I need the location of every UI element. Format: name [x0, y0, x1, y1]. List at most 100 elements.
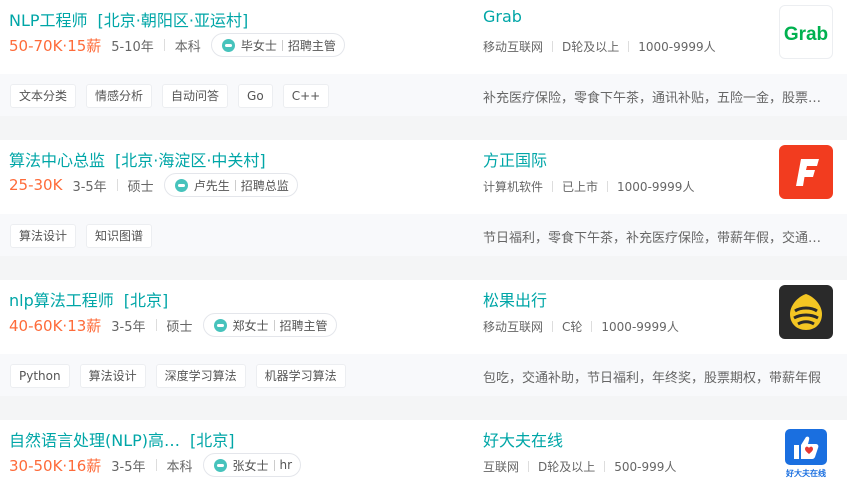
job-card[interactable]: 算法中心总监 [北京·海淀区·中关村] 25-30K 3-5年 硕士 卢先生 招聘…: [0, 140, 847, 256]
company-logo[interactable]: [779, 285, 833, 339]
welfare-text: 包吃，交通补助，节日福利，年终奖，股票期权，带薪年假: [483, 371, 822, 386]
company-name[interactable]: 松果出行: [483, 287, 547, 311]
company-size: 1000-9999人: [638, 40, 716, 54]
job-degree: 本科: [174, 39, 201, 55]
logo-text: 好大夫在线: [785, 468, 826, 478]
company-size: 1000-9999人: [617, 180, 695, 194]
job-title-link[interactable]: nlp算法工程师 [北京]: [9, 287, 168, 311]
job-card[interactable]: nlp算法工程师 [北京] 40-60K·13薪 3-5年 硕士 郑女士 招聘主管…: [0, 280, 847, 396]
job-title[interactable]: nlp算法工程师: [9, 291, 114, 310]
company-industry: 移动互联网: [483, 320, 544, 334]
job-info: 50-70K·15薪 5-10年 本科 毕女士 招聘主管: [9, 33, 345, 57]
job-salary: 25-30K: [9, 176, 63, 194]
grab-logo-icon: Grab: [784, 24, 828, 45]
recruiter-title: 招聘总监: [240, 178, 289, 193]
divider: [155, 459, 157, 471]
recruiter-title: 招聘主管: [279, 318, 328, 333]
skill-tag: Go: [238, 84, 273, 108]
divider: [273, 319, 275, 331]
job-info: 25-30K 3-5年 硕士 卢先生 招聘总监: [9, 173, 298, 197]
skill-tag: 算法设计: [79, 364, 146, 388]
job-card[interactable]: 自然语言处理(NLP)高… [北京] 30-50K·16薪 3-5年 本科 张女士…: [0, 420, 847, 494]
company-info: 移动互联网 C轮 1000-9999人: [483, 318, 679, 335]
divider: [273, 459, 275, 471]
company-size: 1000-9999人: [601, 320, 679, 334]
job-area: [北京]: [123, 291, 169, 310]
skill-tags: 算法设计 知识图谱: [10, 224, 162, 248]
company-stage: D轮及以上: [562, 40, 620, 54]
skill-tag: Python: [10, 364, 70, 388]
job-experience: 5-10年: [111, 39, 154, 55]
divider: [552, 181, 554, 192]
skill-tag: 算法设计: [10, 224, 77, 248]
job-salary: 40-60K·13薪: [9, 316, 102, 335]
job-title-link[interactable]: 算法中心总监 [北京·海淀区·中关村]: [9, 147, 266, 171]
company-logo[interactable]: Grab: [779, 5, 833, 59]
skill-tag: 机器学习算法: [255, 364, 346, 388]
skill-tags: 文本分类 情感分析 自动问答 Go C++: [10, 84, 339, 108]
recruiter-badge[interactable]: 郑女士 招聘主管: [202, 313, 337, 337]
job-area: [北京·朝阳区·亚运村]: [97, 11, 249, 30]
recruiter-badge[interactable]: 毕女士 招聘主管: [210, 33, 345, 57]
job-title-link[interactable]: 自然语言处理(NLP)高… [北京]: [9, 427, 235, 451]
company-logo[interactable]: 好大夫在线: [779, 425, 833, 479]
logo-text: Grab: [784, 24, 828, 45]
divider: [552, 41, 554, 52]
company-info: 移动互联网 D轮及以上 1000-9999人: [483, 38, 716, 55]
job-area: [北京·海淀区·中关村]: [115, 151, 266, 170]
job-title[interactable]: 算法中心总监: [9, 151, 105, 170]
job-title[interactable]: NLP工程师: [9, 11, 88, 30]
company-name[interactable]: 方正国际: [483, 147, 547, 171]
pinecone-logo-icon: [790, 294, 822, 330]
divider: [163, 39, 165, 51]
job-title[interactable]: 自然语言处理(NLP)高…: [9, 431, 180, 450]
job-card[interactable]: NLP工程师 [北京·朝阳区·亚运村] 50-70K·15薪 5-10年 本科 毕…: [0, 0, 847, 116]
company-info: 计算机软件 已上市 1000-9999人: [483, 178, 694, 195]
welfare-text: 节日福利，零食下午茶，补充医疗保险，带薪年假，交通补助: [483, 231, 828, 246]
divider: [552, 321, 554, 332]
job-salary: 50-70K·15薪: [9, 36, 102, 55]
skill-tag: 深度学习算法: [155, 364, 246, 388]
job-info: 40-60K·13薪 3-5年 硕士 郑女士 招聘主管: [9, 313, 337, 337]
company-name[interactable]: Grab: [483, 7, 522, 26]
company-name[interactable]: 好大夫在线: [483, 427, 563, 451]
recruiter-name: 卢先生: [193, 178, 230, 193]
chat-icon: [221, 38, 235, 52]
divider: [234, 179, 236, 191]
divider: [155, 319, 157, 331]
divider: [281, 39, 283, 51]
job-degree: 本科: [166, 459, 193, 475]
recruiter-badge[interactable]: 卢先生 招聘总监: [163, 173, 298, 197]
skill-tag: 情感分析: [86, 84, 153, 108]
divider: [591, 321, 593, 332]
thumbs-up-logo-icon: 好大夫在线: [785, 429, 827, 478]
company-industry: 移动互联网: [483, 40, 544, 54]
company-size: 500-999人: [614, 460, 677, 474]
job-salary: 30-50K·16薪: [9, 456, 102, 475]
recruiter-title: 招聘主管: [287, 38, 336, 53]
skill-tags: Python 算法设计 深度学习算法 机器学习算法: [10, 364, 356, 388]
skill-tag: 文本分类: [10, 84, 77, 108]
recruiter-badge[interactable]: 张女士 hr: [202, 453, 302, 477]
recruiter-name: 张女士: [232, 458, 269, 473]
welfare-text: 补充医疗保险，零食下午茶，通讯补贴，五险一金，股票期权: [483, 91, 828, 106]
company-stage: 已上市: [562, 180, 599, 194]
company-logo[interactable]: [779, 145, 833, 199]
chat-icon: [174, 178, 188, 192]
job-degree: 硕士: [127, 179, 154, 195]
company-industry: 互联网: [483, 460, 520, 474]
job-degree: 硕士: [166, 319, 193, 335]
job-title-link[interactable]: NLP工程师 [北京·朝阳区·亚运村]: [9, 7, 248, 31]
divider: [607, 181, 609, 192]
company-stage: C轮: [562, 320, 583, 334]
job-experience: 3-5年: [111, 459, 146, 475]
job-experience: 3-5年: [72, 179, 107, 195]
job-info: 30-50K·16薪 3-5年 本科 张女士 hr: [9, 453, 302, 477]
skill-tag: 自动问答: [162, 84, 229, 108]
skill-tag: 知识图谱: [86, 224, 153, 248]
divider: [116, 179, 118, 191]
founder-logo-icon: [796, 159, 819, 186]
job-area: [北京]: [190, 431, 235, 450]
chat-icon: [213, 458, 227, 472]
recruiter-title: hr: [279, 458, 293, 472]
